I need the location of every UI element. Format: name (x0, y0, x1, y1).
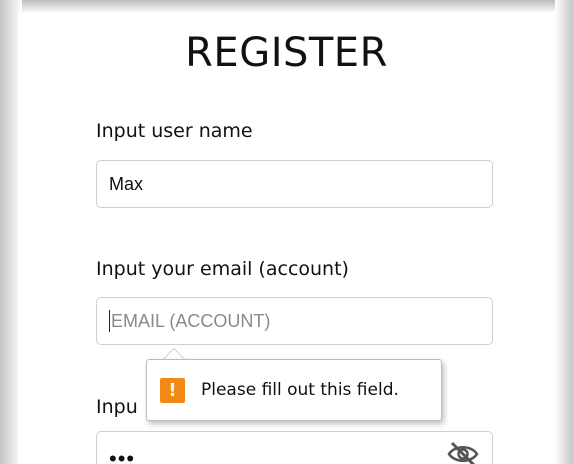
register-form: REGISTER Input user name Max Input your … (18, 12, 555, 464)
username-label: Input user name (96, 120, 253, 142)
page-title: REGISTER (185, 30, 388, 76)
eye-slash-icon[interactable] (446, 441, 480, 464)
text-caret (109, 310, 110, 332)
email-placeholder: EMAIL (ACCOUNT) (111, 310, 271, 331)
tooltip-message: Please fill out this field. (201, 380, 399, 400)
password-value: ••• (109, 446, 136, 464)
window-shadow-right (555, 0, 573, 464)
email-label: Input your email (account) (96, 258, 349, 280)
validation-tooltip: ! Please fill out this field. (146, 359, 442, 421)
email-field[interactable]: EMAIL (ACCOUNT) (96, 297, 493, 345)
warning-icon: ! (160, 377, 185, 403)
password-label: Inpu (96, 396, 138, 418)
password-field[interactable]: ••• (96, 431, 493, 464)
username-value: Max (109, 173, 144, 194)
username-field[interactable]: Max (96, 160, 493, 208)
